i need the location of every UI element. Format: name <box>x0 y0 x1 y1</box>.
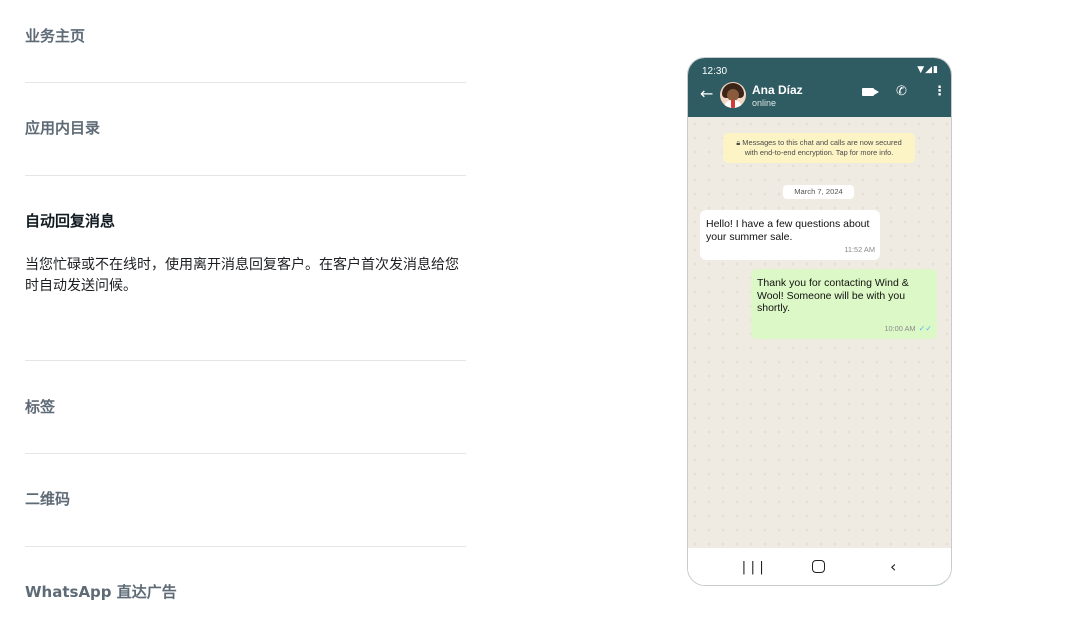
message-text: Hello! I have a few questions about your… <box>706 218 870 243</box>
nav-back-icon[interactable]: ‹ <box>890 557 896 576</box>
divider <box>25 82 466 83</box>
video-call-icon[interactable] <box>862 88 879 96</box>
back-arrow-icon[interactable]: ← <box>700 86 713 102</box>
accordion-item-click-to-whatsapp-ads[interactable]: WhatsApp 直达广告 <box>25 582 466 602</box>
status-time: 12:30 <box>702 66 728 77</box>
message-time-wrap: 10:00 AM ✓✓ <box>884 323 932 336</box>
voice-call-icon[interactable]: ✆ <box>896 85 907 98</box>
divider <box>25 546 466 547</box>
accordion-item-labels[interactable]: 标签 <box>25 397 466 417</box>
contact-status: online <box>752 98 777 108</box>
accordion-item-qr-code[interactable]: 二维码 <box>25 489 466 509</box>
date-chip: March 7, 2024 <box>783 185 854 199</box>
phone-mockup: 12:30 ▼◢▮ ← Ana Díaz online ✆ ⋮ 🔒︎ Messa… <box>687 57 952 586</box>
status-icons: ▼◢▮ <box>917 65 939 75</box>
home-icon[interactable] <box>812 560 825 573</box>
encryption-notice[interactable]: 🔒︎ Messages to this chat and calls are n… <box>723 133 915 163</box>
accordion-item-business-profile[interactable]: 业务主页 <box>25 26 466 46</box>
chat-header: 12:30 ▼◢▮ ← Ana Díaz online ✆ ⋮ <box>688 58 951 117</box>
message-time: 11:52 AM <box>844 244 875 254</box>
accordion-title[interactable]: 应用内目录 <box>25 118 466 138</box>
divider <box>25 175 466 176</box>
outgoing-message[interactable]: Thank you for contacting Wind & Wool! So… <box>751 269 937 339</box>
divider <box>25 360 466 361</box>
accordion-title[interactable]: 自动回复消息 <box>25 211 466 231</box>
accordion-title[interactable]: 二维码 <box>25 489 466 509</box>
android-nav-bar: ||| ‹ <box>688 548 951 585</box>
divider <box>25 453 466 454</box>
accordion-item-auto-reply[interactable]: 自动回复消息 当您忙碌或不在线时，使用离开消息回复客户。在客户首次发消息给您时自… <box>25 211 466 297</box>
avatar-collar <box>731 100 735 108</box>
chat-area[interactable]: 🔒︎ Messages to this chat and calls are n… <box>688 117 951 585</box>
accordion-item-catalog[interactable]: 应用内目录 <box>25 118 466 138</box>
accordion-title[interactable]: 业务主页 <box>25 26 466 46</box>
accordion-description: 当您忙碌或不在线时，使用离开消息回复客户。在客户首次发消息给您时自动发送问候。 <box>25 257 459 294</box>
message-text: Thank you for contacting Wind & Wool! So… <box>757 277 909 314</box>
avatar[interactable] <box>720 82 746 108</box>
accordion-title[interactable]: 标签 <box>25 397 466 417</box>
more-options-icon[interactable]: ⋮ <box>933 85 946 98</box>
encryption-notice-text: Messages to this chat and calls are now … <box>742 138 902 157</box>
incoming-message[interactable]: Hello! I have a few questions about your… <box>700 210 880 260</box>
accordion-title[interactable]: WhatsApp 直达广告 <box>25 582 466 602</box>
read-ticks-icon: ✓✓ <box>918 323 932 333</box>
recent-apps-icon[interactable]: ||| <box>740 560 766 575</box>
contact-name[interactable]: Ana Díaz <box>752 83 803 97</box>
message-time: 10:00 AM <box>884 323 916 333</box>
